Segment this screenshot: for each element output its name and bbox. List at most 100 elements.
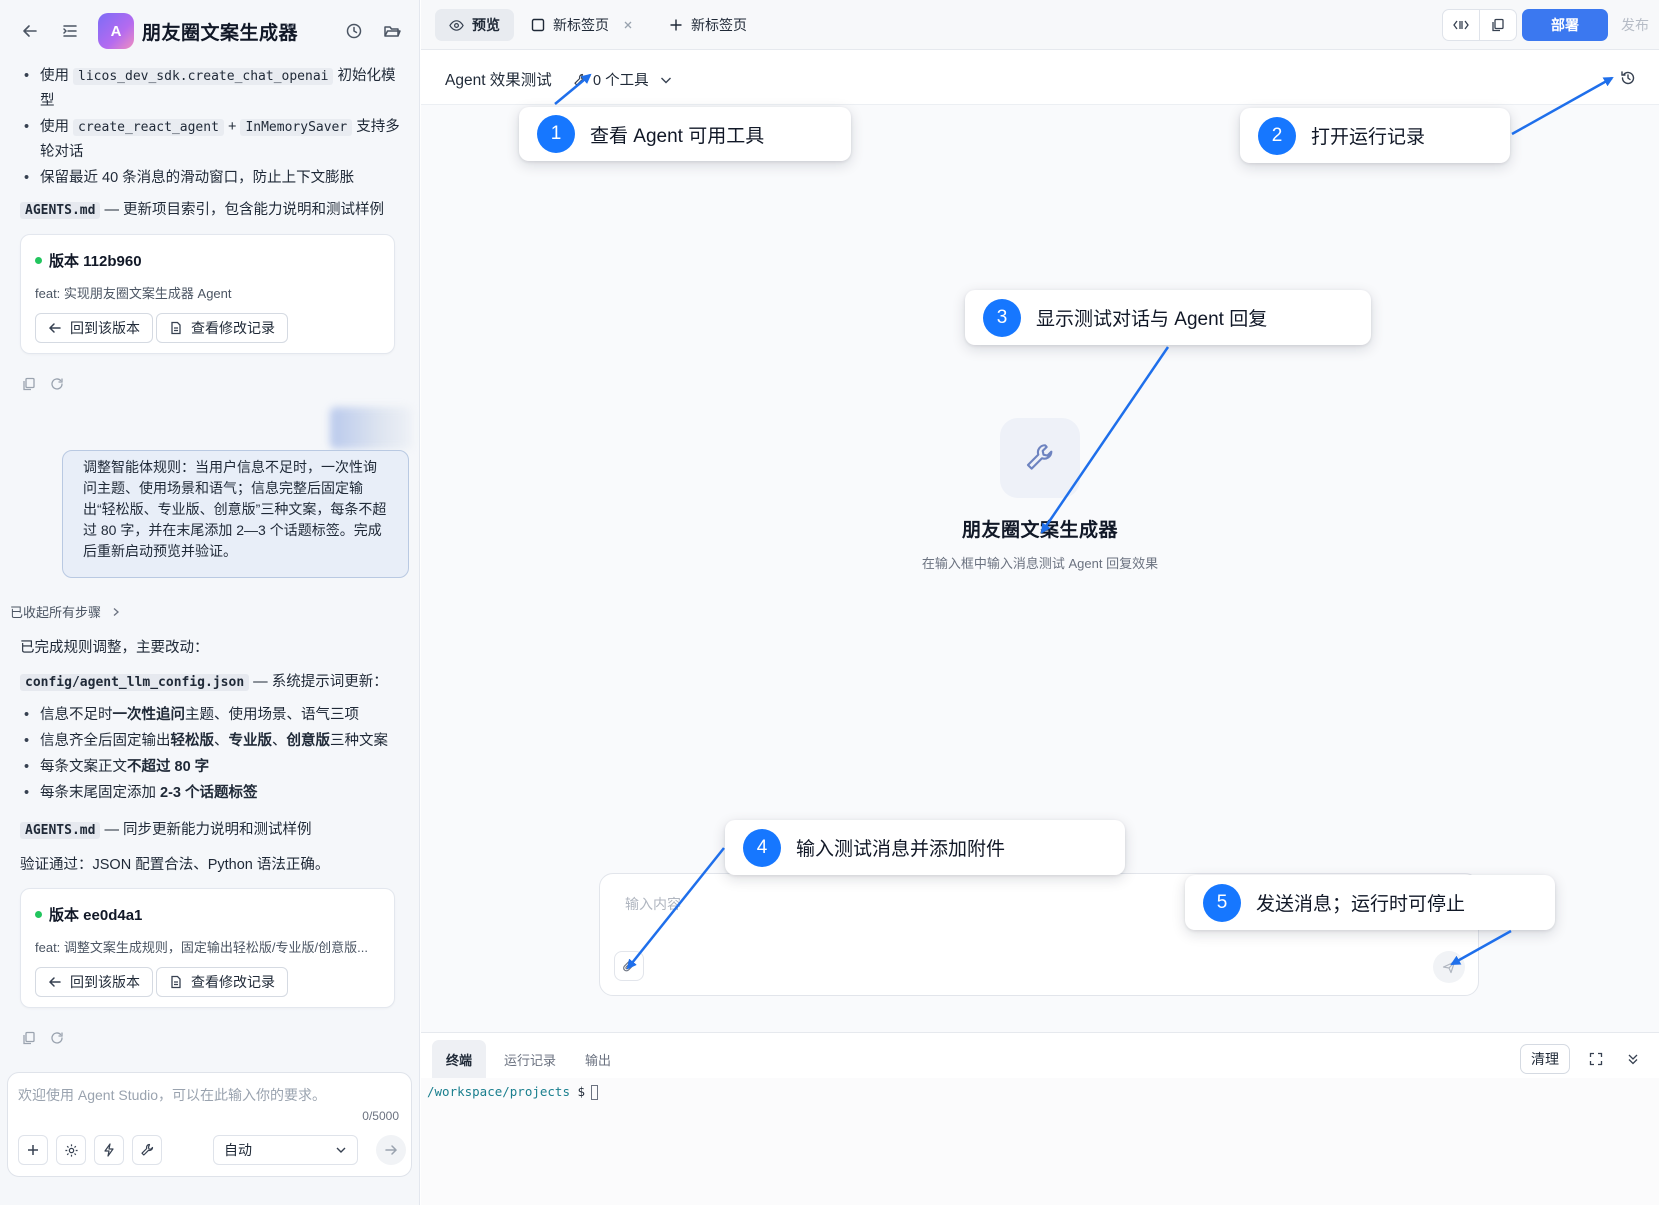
- callout-number: 1: [537, 115, 575, 153]
- callout-text: 发送消息；运行时可停止: [1256, 894, 1466, 915]
- add-button[interactable]: [18, 1135, 48, 1165]
- version-card: 版本 112b960 feat: 实现朋友圈文案生成器 Agent 回到该版本 …: [20, 234, 395, 354]
- inline-code: InMemorySaver: [240, 119, 353, 136]
- send-button[interactable]: [376, 1135, 406, 1165]
- chat-input-box[interactable]: 欢迎使用 Agent Studio，可以在此输入你的要求。 0/5000 自动: [7, 1072, 412, 1177]
- user-message-bubble: 调整智能体规则：当用户信息不足时，一次性询问主题、使用场景和语气；信息完整后固定…: [62, 450, 409, 578]
- attach-button[interactable]: [614, 951, 644, 981]
- sidebar-header: A 朋友圈文案生成器: [0, 0, 419, 62]
- tab-new-1[interactable]: 新标签页: [517, 9, 647, 41]
- version-subtitle: feat: 实现朋友圈文案生成器 Agent: [35, 286, 232, 301]
- copy-icon[interactable]: [22, 1031, 36, 1049]
- back-arrow-icon[interactable]: [18, 19, 42, 43]
- chevron-down-icon: [336, 1147, 346, 1153]
- callout-text: 查看 Agent 可用工具: [590, 125, 765, 147]
- paperclip-icon: [623, 960, 634, 972]
- view-history-button[interactable]: 查看修改记录: [156, 313, 288, 343]
- callout-number: 2: [1258, 116, 1296, 155]
- settings-button[interactable]: [56, 1135, 86, 1165]
- terminal-cursor: [591, 1085, 599, 1100]
- send-icon: [1442, 961, 1456, 974]
- callout-text: 打开运行记录: [1311, 127, 1426, 148]
- tab-bar: 预览 新标签页 新标签页: [421, 0, 1659, 50]
- list-item: 使用 licos_dev_sdk.create_chat_openai 初始化模…: [24, 64, 404, 113]
- agents-md-line: AGENTS.md — 同步更新能力说明和测试样例: [20, 818, 410, 843]
- publish-button[interactable]: 发布: [1614, 9, 1656, 41]
- tab-new-2[interactable]: 新标签页: [655, 9, 761, 41]
- list-item: 每条文案正文不超过 80 字: [24, 755, 404, 779]
- terminal-output[interactable]: /workspace/projects $: [421, 1078, 1659, 1205]
- refresh-icon[interactable]: [50, 1031, 64, 1049]
- chat-input-placeholder[interactable]: 欢迎使用 Agent Studio，可以在此输入你的要求。: [18, 1085, 326, 1105]
- wrench-icon: [141, 1143, 154, 1156]
- plus-icon: [28, 1145, 38, 1155]
- callout-text: 显示测试对话与 Agent 回复: [1036, 309, 1268, 330]
- run-history-icon[interactable]: [1616, 66, 1640, 90]
- list-item: 信息不足时一次性追问主题、使用场景、语气三项: [24, 703, 404, 727]
- collapse-panel-icon[interactable]: [1621, 1047, 1645, 1071]
- tab-preview[interactable]: 预览: [435, 9, 514, 41]
- inline-code: config/agent_llm_config.json: [20, 674, 250, 691]
- chevron-down-icon: [660, 77, 671, 83]
- folder-open-icon[interactable]: [380, 19, 404, 43]
- char-count: 0/5000: [362, 1109, 399, 1123]
- chevron-down-icon[interactable]: [284, 20, 296, 35]
- tab-output[interactable]: 输出: [571, 1040, 625, 1078]
- eye-icon: [449, 19, 464, 31]
- callout-5: 5 发送消息；运行时可停止: [1185, 875, 1555, 930]
- agent-test-header: Agent 效果测试 0 个工具: [421, 50, 1659, 105]
- callout-text: 输入测试消息并添加附件: [796, 839, 1006, 860]
- chevron-right-icon: [113, 608, 119, 616]
- refresh-icon[interactable]: [50, 377, 64, 395]
- history-icon[interactable]: [342, 19, 366, 43]
- version-card: 版本 ee0d4a1 feat: 调整文案生成规则，固定输出轻松版/专业版/创意…: [20, 888, 395, 1008]
- copy-page-button[interactable]: [1479, 9, 1517, 41]
- view-history-button[interactable]: 查看修改记录: [156, 967, 288, 997]
- inline-code: AGENTS.md: [20, 202, 101, 219]
- callout-2: 2 打开运行记录: [1240, 108, 1510, 163]
- callout-number: 5: [1203, 883, 1241, 922]
- fullscreen-icon[interactable]: [1584, 1047, 1608, 1071]
- terminal-path: /workspace/projects: [427, 1084, 570, 1099]
- app-title[interactable]: 朋友圈文案生成器: [142, 18, 298, 45]
- page-title: Agent 效果测试: [445, 72, 552, 89]
- list-item: 使用 create_react_agent + InMemorySaver 支持…: [24, 115, 404, 164]
- menu-collapse-icon[interactable]: [58, 19, 82, 43]
- agents-md-line: AGENTS.md — 更新项目索引，包含能力说明和测试样例: [20, 198, 410, 223]
- callout-1: 1 查看 Agent 可用工具: [519, 107, 851, 161]
- verify-line: 验证通过：JSON 配置合法、Python 语法正确。: [20, 857, 330, 873]
- clear-button[interactable]: 清理: [1520, 1044, 1570, 1074]
- tools-dropdown[interactable]: 0 个工具: [573, 69, 673, 90]
- status-dot: [35, 911, 42, 918]
- collapsed-steps-toggle[interactable]: 已收起所有步骤: [10, 602, 121, 621]
- revert-version-button[interactable]: 回到该版本: [35, 313, 153, 343]
- version-subtitle: feat: 调整文案生成规则，固定输出轻松版/专业版/创意版...: [35, 940, 368, 955]
- list-item: 保留最近 40 条消息的滑动窗口，防止上下文膨胀: [24, 166, 404, 190]
- layout-toggle-button[interactable]: [1442, 9, 1480, 41]
- send-button[interactable]: [1433, 951, 1465, 983]
- config-line: config/agent_llm_config.json — 系统提示词更新：: [20, 670, 415, 695]
- deploy-button[interactable]: 部署: [1522, 9, 1608, 41]
- version-title: 版本 ee0d4a1: [49, 907, 143, 924]
- input-placeholder[interactable]: 输入内容: [625, 894, 681, 914]
- document-icon: [171, 975, 181, 989]
- tab-run-history[interactable]: 运行记录: [490, 1040, 570, 1078]
- arrow-right-icon: [385, 1145, 398, 1155]
- lightning-icon: [104, 1143, 114, 1157]
- list-item: 信息齐全后固定输出轻松版、专业版、创意版三种文案: [24, 729, 404, 753]
- list-item: 每条末尾固定添加 2-3 个话题标签: [24, 781, 404, 805]
- wrench-icon: [1000, 418, 1080, 498]
- copy-icon[interactable]: [22, 377, 36, 395]
- terminal-panel: 终端 运行记录 输出 清理 /workspace/projects $: [421, 1032, 1659, 1205]
- quick-action-button[interactable]: [94, 1135, 124, 1165]
- copy-icon: [1492, 18, 1504, 32]
- wrench-icon: [574, 73, 587, 86]
- close-icon[interactable]: [623, 20, 633, 30]
- agent-name: 朋友圈文案生成器: [961, 520, 1118, 541]
- tools-button[interactable]: [132, 1135, 162, 1165]
- tab-terminal[interactable]: 终端: [432, 1040, 487, 1078]
- mode-select[interactable]: 自动: [213, 1135, 358, 1165]
- revert-version-button[interactable]: 回到该版本: [35, 967, 153, 997]
- chat-sidebar: A 朋友圈文案生成器 使用 licos_dev_sdk.create_chat_…: [0, 0, 420, 1205]
- code-brackets-icon: [1453, 20, 1469, 30]
